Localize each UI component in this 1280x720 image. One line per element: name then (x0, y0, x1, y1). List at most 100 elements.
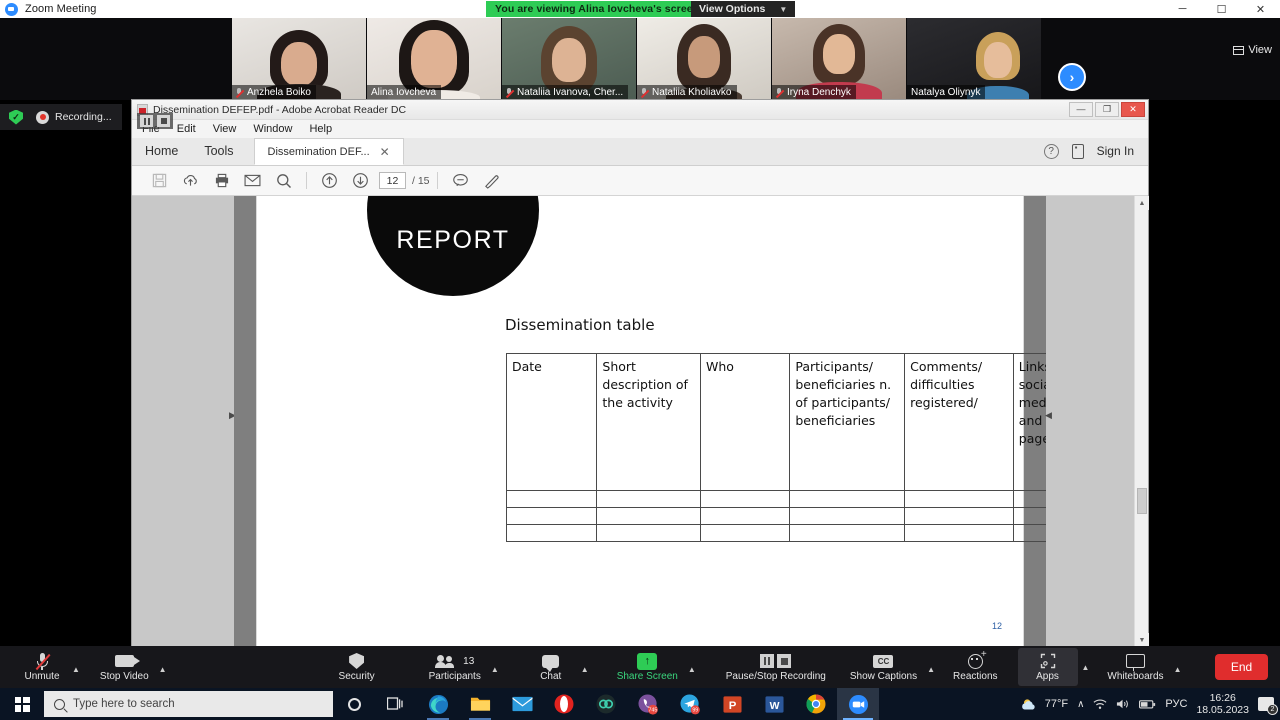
help-icon[interactable]: ? (1043, 143, 1059, 159)
acrobat-restore-button[interactable]: ❐ (1095, 102, 1119, 117)
taskbar-app-powerpoint[interactable]: P (711, 688, 753, 720)
menu-edit[interactable]: Edit (177, 123, 196, 135)
tab-tools[interactable]: Tools (191, 137, 246, 165)
whiteboards-button[interactable]: Whiteboards (1101, 646, 1169, 688)
zoom-window-controls[interactable]: ─ ☐ ✕ (1163, 0, 1280, 18)
scroll-up-arrow-icon[interactable]: ▲ (1135, 196, 1149, 210)
acrobat-minimize-button[interactable]: — (1069, 102, 1093, 117)
participant-tile[interactable]: Nataliia Ivanova, Cher... (502, 18, 636, 100)
participant-name: Alina Iovcheva (371, 87, 437, 98)
participant-tile[interactable]: Nataliia Kholiavko (637, 18, 771, 100)
acrobat-close-button[interactable]: ✕ (1121, 102, 1145, 117)
start-button[interactable] (0, 688, 44, 720)
taskbar-app-zoom[interactable] (837, 688, 879, 720)
cortana-button[interactable] (333, 688, 375, 720)
previous-page-button[interactable] (314, 168, 345, 194)
participants-label: Participants (428, 670, 481, 682)
unmute-button[interactable]: Unmute (16, 646, 68, 688)
table-cell (699, 490, 791, 508)
recording-float-controls[interactable] (137, 113, 173, 129)
taskbar-app-file-explorer[interactable] (459, 688, 501, 720)
sign-in-button[interactable]: Sign In (1097, 144, 1134, 158)
tab-document[interactable]: Dissemination DEF... ✕ (253, 138, 404, 165)
zoom-maximize-button[interactable]: ☐ (1202, 0, 1241, 18)
participant-tile[interactable]: Alina Iovcheva (367, 18, 501, 100)
volume-icon[interactable] (1116, 698, 1130, 710)
pause-stop-recording-button[interactable]: Pause/Stop Recording (720, 646, 832, 688)
participant-tile[interactable]: Iryna Denchyk (772, 18, 906, 100)
menu-window[interactable]: Window (253, 123, 292, 135)
stop-recording-button[interactable] (157, 115, 170, 127)
search-icon[interactable] (268, 168, 299, 194)
reactions-button[interactable]: Reactions (947, 646, 1003, 688)
recording-status[interactable]: Recording... (32, 110, 122, 124)
page-number-input[interactable]: 12 (379, 172, 406, 189)
tab-home[interactable]: Home (132, 137, 191, 165)
close-icon[interactable]: ✕ (380, 145, 390, 159)
acrobat-window-controls[interactable]: — ❐ ✕ (1069, 102, 1148, 117)
zoom-close-button[interactable]: ✕ (1241, 0, 1280, 18)
security-button[interactable]: Security (331, 646, 383, 688)
stop-video-label: Stop Video (99, 670, 149, 682)
participants-button[interactable]: 13 Participants (423, 646, 487, 688)
dissemination-table: Date Short description of the activity W… (505, 353, 1046, 542)
battery-icon[interactable] (1139, 699, 1156, 710)
chat-button[interactable]: Chat (525, 646, 577, 688)
notifications-button[interactable]: 2 (1258, 697, 1278, 715)
taskbar-app-chrome[interactable] (795, 688, 837, 720)
apps-button[interactable]: Apps (1017, 648, 1078, 686)
taskbar-app-mail[interactable] (501, 688, 543, 720)
end-meeting-button[interactable]: End (1215, 654, 1268, 680)
clock[interactable]: 16:26 18.05.2023 (1196, 692, 1249, 716)
vertical-scrollbar[interactable]: ▲ ▼ (1134, 196, 1149, 647)
mobile-link-icon[interactable] (1071, 143, 1084, 159)
show-hidden-icons-button[interactable]: ∧ (1077, 699, 1084, 710)
show-captions-button[interactable]: CC Show Captions (844, 646, 923, 688)
print-icon[interactable] (206, 168, 237, 194)
email-icon[interactable] (237, 168, 268, 194)
pause-recording-button[interactable] (140, 115, 153, 127)
taskbar-app-viber-messages[interactable]: 745 (627, 688, 669, 720)
table-cell (1012, 524, 1046, 542)
zoom-minimize-button[interactable]: ─ (1163, 0, 1202, 18)
wifi-icon[interactable] (1093, 698, 1107, 710)
upload-cloud-icon[interactable] (175, 168, 206, 194)
next-participants-button[interactable]: › (1058, 63, 1086, 91)
participant-tile[interactable]: Natalya Oliynyk (907, 18, 1041, 100)
participant-tile[interactable]: Anzhela Boiko (232, 18, 366, 100)
menu-help[interactable]: Help (309, 123, 332, 135)
scrollbar-thumb[interactable] (1137, 488, 1147, 514)
comment-icon[interactable] (445, 168, 476, 194)
taskbar-app-opera[interactable] (543, 688, 585, 720)
stop-video-button[interactable]: Stop Video (94, 646, 155, 688)
language-indicator[interactable]: РУС (1165, 698, 1187, 710)
encryption-shield-button[interactable]: ✓ (0, 104, 32, 130)
cortana-circle-icon (347, 697, 361, 711)
taskbar-app-edge[interactable] (417, 688, 459, 720)
acrobat-window: Dissemination DEFEP.pdf - Adobe Acrobat … (132, 100, 1149, 647)
next-page-button[interactable] (345, 168, 376, 194)
taskbar-app-viber[interactable] (585, 688, 627, 720)
menu-view[interactable]: View (213, 123, 237, 135)
taskbar-app-telegram[interactable]: 99 (669, 688, 711, 720)
weather-widget[interactable]: 77°F (1020, 697, 1068, 712)
weather-temperature: 77°F (1044, 698, 1069, 710)
view-options-button[interactable]: View Options ▼ (691, 1, 796, 17)
table-row (505, 490, 1046, 508)
save-icon[interactable] (144, 168, 175, 194)
record-dot-icon (36, 110, 49, 124)
taskbar-app-word[interactable]: W (753, 688, 795, 720)
scroll-down-arrow-icon[interactable]: ▼ (1135, 633, 1149, 647)
expand-right-panel-button[interactable]: ◀ (1045, 409, 1052, 421)
pdf-page-viewport[interactable]: REPORT Dissemination table Date Short de… (234, 196, 1046, 647)
share-screen-button[interactable]: ↑ Share Screen (611, 646, 684, 688)
taskbar-search-input[interactable]: Type here to search (44, 691, 333, 717)
toolbar-divider (306, 172, 307, 189)
view-layout-button[interactable]: View (1233, 44, 1272, 56)
highlight-icon[interactable] (476, 168, 507, 194)
task-view-button[interactable] (375, 688, 417, 720)
participant-name: Nataliia Kholiavko (652, 87, 732, 98)
pause-stop-recording-label: Pause/Stop Recording (725, 670, 826, 682)
weather-icon (1021, 698, 1035, 709)
svg-text:P: P (728, 699, 736, 711)
